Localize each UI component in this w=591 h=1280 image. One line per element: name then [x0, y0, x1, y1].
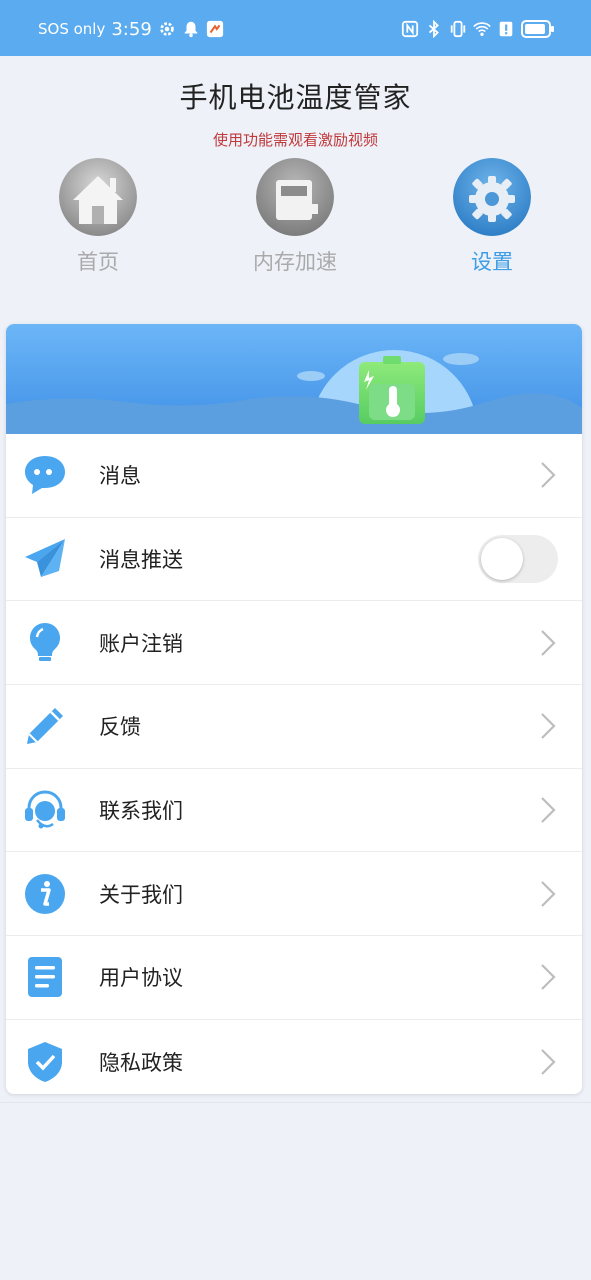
document-icon: [28, 957, 62, 998]
tab-label: 内存加速: [253, 250, 337, 274]
menu-label: 反馈: [99, 715, 141, 740]
status-bar-left: SOS only 3:59: [38, 18, 224, 40]
headset-icon: [25, 790, 65, 829]
memory-icon: [256, 158, 334, 236]
push-notification-toggle[interactable]: [478, 535, 558, 584]
menu-label: 账户注销: [99, 631, 183, 656]
chevron-right-icon: [541, 964, 556, 991]
status-bar: SOS only 3:59: [0, 0, 591, 56]
menu-item-privacy-policy[interactable]: 隐私政策: [6, 1020, 582, 1094]
paper-plane-icon: [25, 539, 65, 578]
settings-list: 消息 消息推送 账户注销 反馈 联系我们 关于我们 用户协议 隐私政策: [6, 434, 582, 1094]
menu-label: 消息: [99, 464, 141, 489]
vibrate-icon: [450, 20, 466, 38]
pencil-icon: [27, 708, 63, 745]
menu-item-messages[interactable]: 消息: [6, 434, 582, 518]
tab-memory[interactable]: 内存加速: [225, 158, 365, 276]
chevron-right-icon: [541, 462, 556, 489]
sos-text: SOS only: [38, 20, 106, 38]
message-icon: [25, 456, 65, 495]
nfc-icon: [401, 20, 419, 38]
tab-settings[interactable]: 设置: [422, 158, 562, 276]
menu-label: 关于我们: [99, 882, 183, 907]
divider: [0, 1102, 591, 1103]
app-notification-icon: [206, 20, 223, 38]
home-icon: [59, 158, 137, 236]
battery-thermometer-banner: [6, 324, 582, 434]
status-bar-right: [401, 18, 555, 40]
chevron-right-icon: [541, 713, 556, 740]
menu-label: 隐私政策: [99, 1050, 183, 1075]
battery-thermometer-icon: [359, 356, 425, 424]
video-notice: 使用功能需观看激励视频: [212, 131, 378, 149]
battery-icon: [521, 20, 554, 38]
clock: 3:59: [111, 18, 152, 40]
chevron-right-icon: [541, 629, 556, 656]
alert-icon: [499, 21, 513, 37]
bell-icon: [184, 21, 198, 38]
toggle-knob: [481, 538, 523, 581]
menu-label: 消息推送: [99, 548, 183, 573]
tab-label: 设置: [471, 250, 513, 274]
tab-label: 首页: [77, 250, 119, 274]
chevron-right-icon: [541, 1048, 556, 1075]
shield-check-icon: [28, 1041, 62, 1082]
menu-label: 用户协议: [99, 966, 183, 991]
bluetooth-icon: [428, 20, 439, 38]
lightbulb-icon: [30, 622, 60, 661]
info-icon: [25, 873, 65, 914]
settings-card: 消息 消息推送 账户注销 反馈 联系我们 关于我们 用户协议 隐私政策: [6, 324, 582, 1094]
menu-item-about-us[interactable]: 关于我们: [6, 852, 582, 937]
menu-item-user-agreement[interactable]: 用户协议: [6, 936, 582, 1020]
menu-item-push-notifications: 消息推送: [6, 518, 582, 602]
chevron-right-icon: [541, 881, 556, 907]
menu-item-feedback[interactable]: 反馈: [6, 685, 582, 769]
chevron-right-icon: [541, 797, 556, 823]
menu-item-account-deletion[interactable]: 账户注销: [6, 601, 582, 686]
tab-home[interactable]: 首页: [28, 158, 168, 276]
menu-label: 联系我们: [99, 799, 183, 824]
menu-item-contact-us[interactable]: 联系我们: [6, 769, 582, 853]
gear-icon: [160, 22, 174, 36]
wifi-icon: [473, 22, 491, 36]
gear-icon: [453, 158, 531, 236]
page-title: 手机电池温度管家: [179, 81, 412, 114]
